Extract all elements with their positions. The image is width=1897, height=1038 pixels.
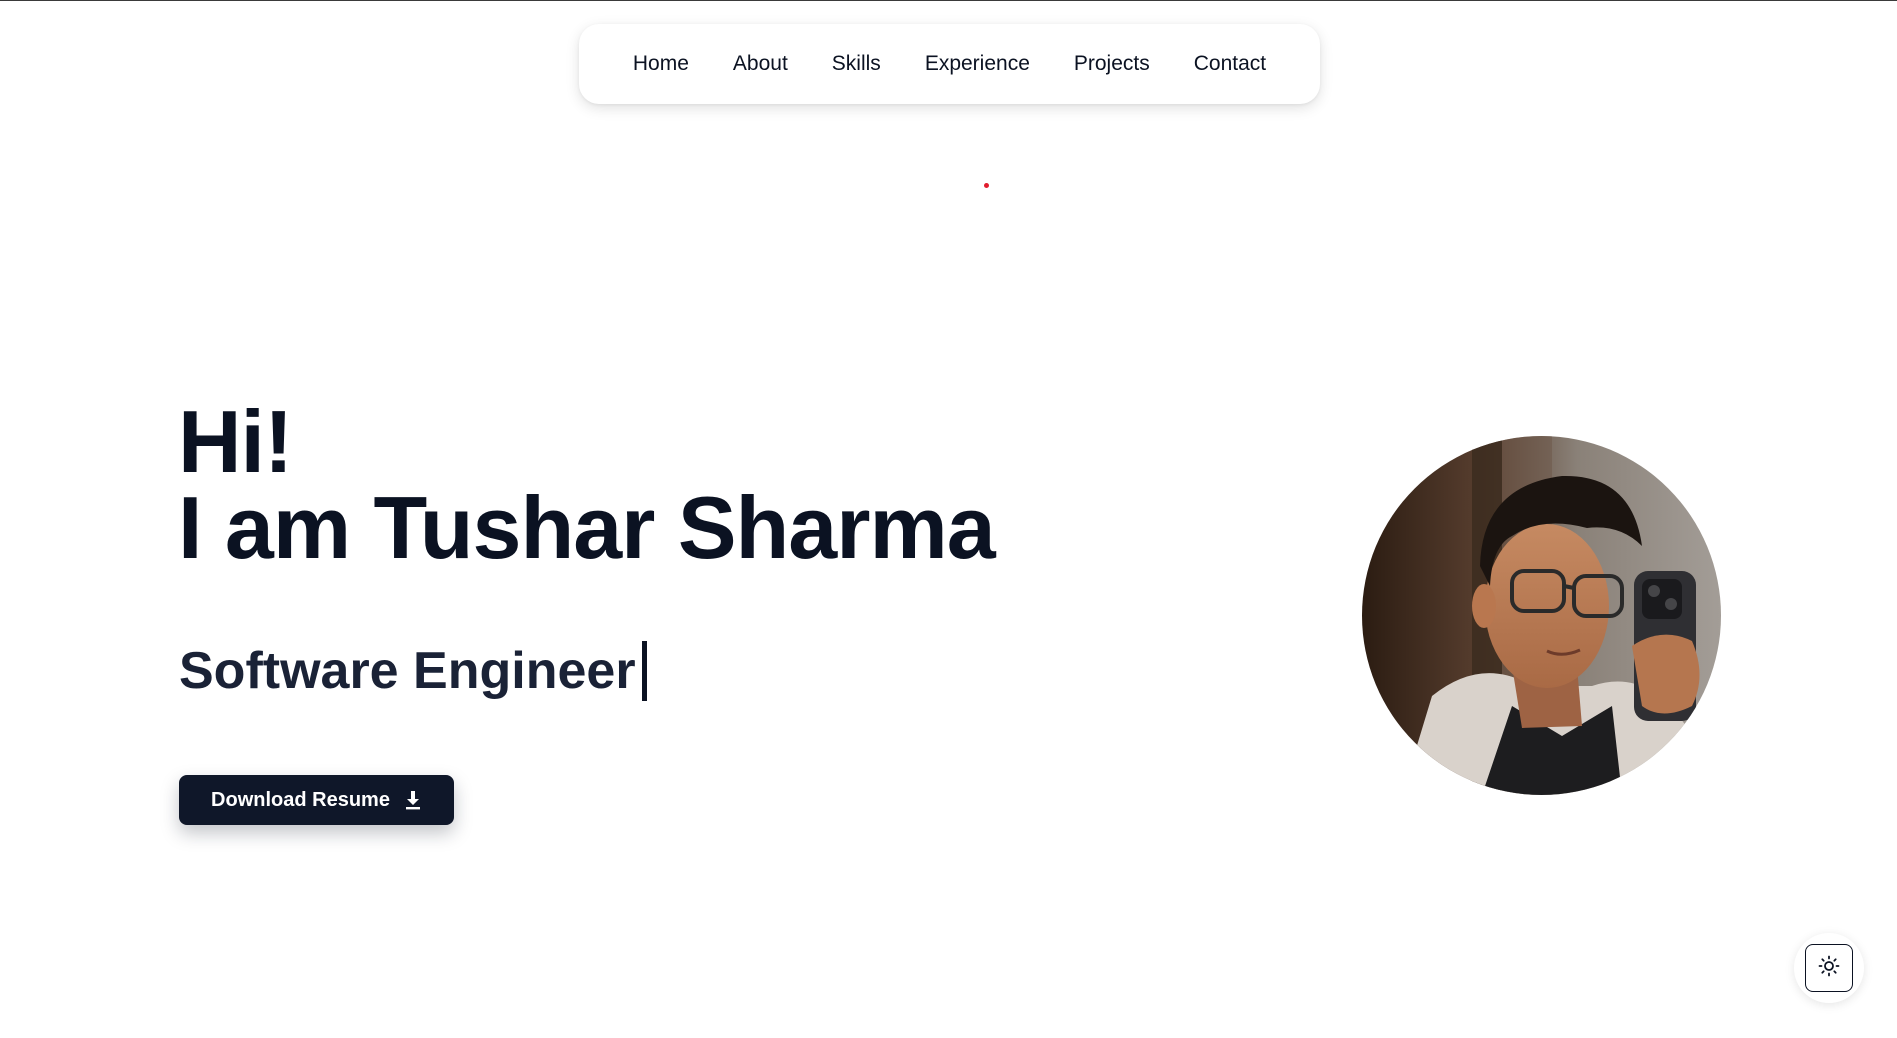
hero-greeting: Hi! — [178, 392, 293, 491]
download-icon — [404, 790, 422, 810]
typed-role: Software Engineer — [179, 641, 647, 701]
nav-experience-link[interactable]: Experience — [903, 52, 1052, 76]
theme-toggle-container — [1794, 933, 1864, 1003]
typing-cursor — [641, 641, 647, 701]
page: Home About Skills Experience Projects Co… — [0, 0, 1897, 1038]
accent-dot — [984, 183, 989, 188]
nav-skills-link[interactable]: Skills — [810, 52, 903, 76]
profile-photo — [1362, 436, 1721, 795]
nav-projects-link[interactable]: Projects — [1052, 52, 1172, 76]
nav-home-link[interactable]: Home — [611, 52, 711, 76]
download-resume-button[interactable]: Download Resume — [179, 775, 454, 825]
top-navbar: Home About Skills Experience Projects Co… — [579, 24, 1320, 104]
role-text: Software Engineer — [179, 642, 636, 700]
download-resume-label: Download Resume — [211, 788, 390, 811]
theme-toggle-button[interactable] — [1805, 944, 1853, 992]
sun-icon — [1818, 955, 1840, 982]
nav-about-link[interactable]: About — [711, 52, 810, 76]
hero-heading: Hi! I am Tushar Sharma — [178, 392, 996, 577]
hero-intro: I am Tushar Sharma — [178, 478, 996, 577]
nav-contact-link[interactable]: Contact — [1172, 52, 1288, 76]
